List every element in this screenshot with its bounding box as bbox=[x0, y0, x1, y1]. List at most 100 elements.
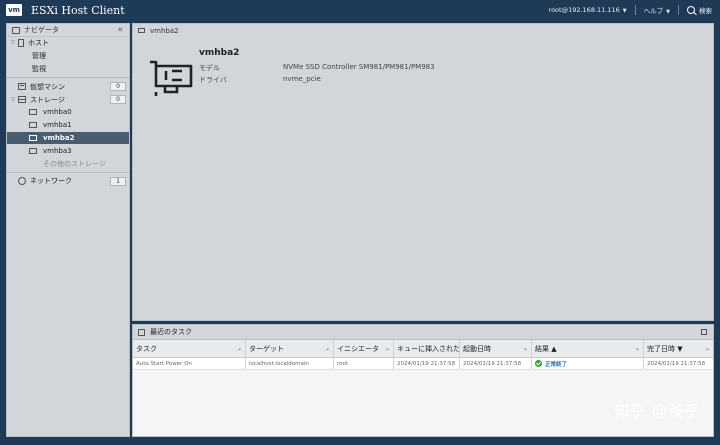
sidebar-item-manage[interactable]: 管理 bbox=[7, 50, 129, 63]
chevron-down-icon: ▼ bbox=[622, 8, 627, 14]
device-title: vmhba2 bbox=[199, 48, 240, 58]
navigator-panel: ナビゲータ « ▽ ホスト 管理 監視 仮想マシン 0 ▽ ストレージ 0 vm… bbox=[6, 23, 130, 437]
hba-icon bbox=[29, 134, 37, 141]
help-menu[interactable]: ヘルプ ▼ bbox=[644, 5, 670, 15]
hba-icon bbox=[29, 122, 37, 129]
table-row[interactable]: Auto Start Power On localhost.localdomai… bbox=[133, 358, 713, 370]
count-badge: 0 bbox=[110, 95, 126, 105]
vmware-logo: vm bbox=[6, 4, 22, 16]
sidebar-item-vmhba2[interactable]: vmhba2 bbox=[7, 131, 129, 145]
column-label: イニシエータ bbox=[337, 344, 379, 353]
sidebar-item-label: vmhba3 bbox=[43, 146, 72, 155]
sidebar-item-vmhba1[interactable]: vmhba1 bbox=[7, 119, 129, 132]
divider bbox=[7, 77, 129, 79]
table-header: タスク ⌄ ターゲット ⌄ イニシエータ ⌄ キューに挿入された日 起動日時 ⌄ 結果 … bbox=[133, 340, 713, 358]
column-label: 結果 ▲ bbox=[535, 344, 557, 353]
expand-icon[interactable]: ▽ bbox=[11, 40, 18, 46]
divider bbox=[634, 5, 636, 15]
sidebar-item-label: vmhba0 bbox=[43, 108, 72, 117]
driver-value: nvme_pcie bbox=[283, 75, 321, 83]
sidebar-item-vms[interactable]: 仮想マシン 0 bbox=[7, 80, 129, 93]
sidebar-item-label: 監視 bbox=[32, 64, 46, 73]
network-icon bbox=[18, 177, 26, 186]
column-header-queued[interactable]: キューに挿入された日 bbox=[394, 340, 460, 357]
result-label: 正常終了 bbox=[545, 361, 568, 368]
search-label: 検索 bbox=[699, 7, 712, 15]
column-header-initiator[interactable]: イニシエータ ⌄ bbox=[334, 340, 394, 357]
user-menu[interactable]: root@192.168.11.116 ▼ bbox=[549, 6, 627, 14]
column-label: ターゲット bbox=[249, 344, 284, 353]
driver-label: ドライバ bbox=[199, 76, 227, 84]
navigator-icon bbox=[12, 26, 20, 34]
chevron-down-icon[interactable]: ⌄ bbox=[635, 345, 640, 352]
column-header-task[interactable]: タスク ⌄ bbox=[133, 340, 246, 357]
sidebar-item-label: vmhba2 bbox=[43, 133, 75, 142]
breadcrumb-label: vmhba2 bbox=[150, 26, 179, 35]
breadcrumb: vmhba2 bbox=[133, 24, 713, 37]
hba-icon bbox=[29, 147, 37, 154]
cell-completed: 2024/01/19 21:37:58 bbox=[647, 360, 706, 367]
sidebar-item-other-storage[interactable]: その他のストレージ bbox=[7, 157, 129, 170]
storage-icon bbox=[18, 96, 26, 104]
cell-task: Auto Start Power On bbox=[133, 358, 246, 369]
count-badge: 1 bbox=[110, 176, 126, 186]
chevron-down-icon[interactable]: ⌄ bbox=[237, 345, 242, 352]
sidebar-item-network[interactable]: ネットワーク 1 bbox=[7, 175, 129, 188]
sidebar-item-label: vmhba1 bbox=[43, 121, 72, 130]
restore-icon[interactable] bbox=[701, 329, 707, 335]
sidebar-item-label: ストレージ bbox=[30, 95, 65, 104]
sidebar-item-label: その他のストレージ bbox=[43, 159, 106, 168]
sidebar-item-monitor[interactable]: 監視 bbox=[7, 63, 129, 76]
cell-target: localhost.localdomain bbox=[246, 358, 334, 369]
divider bbox=[678, 5, 679, 15]
tasks-icon bbox=[138, 328, 145, 336]
sidebar-item-label: ネットワーク bbox=[30, 177, 72, 186]
cell-started: 2024/01/19 21:37:58 bbox=[460, 358, 532, 369]
search-button[interactable]: 検索 bbox=[687, 5, 712, 15]
sidebar-item-label: ホスト bbox=[28, 39, 49, 48]
search-icon bbox=[687, 6, 695, 14]
chevron-down-icon[interactable]: ⌄ bbox=[385, 345, 390, 352]
sidebar-item-host[interactable]: ▽ ホスト bbox=[7, 37, 129, 50]
help-label: ヘルプ bbox=[643, 7, 664, 15]
hba-icon bbox=[138, 28, 145, 33]
chevron-down-icon: ▼ bbox=[666, 9, 670, 15]
sidebar-item-vmhba3[interactable]: vmhba3 bbox=[7, 144, 129, 157]
sidebar-item-vmhba0[interactable]: vmhba0 bbox=[7, 106, 129, 119]
sidebar-item-storage[interactable]: ▽ ストレージ 0 bbox=[7, 93, 129, 106]
storage-adapter-icon bbox=[150, 60, 193, 96]
top-bar: vm ESXi Host Client root@192.168.11.116 ▼… bbox=[0, 0, 720, 20]
column-label: 起動日時 bbox=[463, 344, 491, 353]
expand-icon[interactable]: ▽ bbox=[11, 97, 18, 103]
success-icon bbox=[535, 360, 542, 367]
column-header-target[interactable]: ターゲット ⌄ bbox=[246, 340, 334, 357]
model-value: NVMe SSD Controller SM981/PM981/PM983 bbox=[283, 63, 435, 71]
hba-icon bbox=[29, 109, 37, 116]
recent-tasks-title: 最近のタスク bbox=[150, 328, 192, 336]
navigator-header: ナビゲータ « bbox=[7, 24, 129, 37]
column-label: タスク bbox=[136, 344, 157, 353]
sidebar-item-label: 仮想マシン bbox=[30, 82, 65, 91]
user-label: root@192.168.11.116 bbox=[548, 6, 620, 14]
column-label: キューに挿入された日 bbox=[397, 344, 460, 353]
top-right-menu: root@192.168.11.116 ▼ ヘルプ ▼ 検索 bbox=[549, 0, 712, 20]
cell-result: 正常終了 bbox=[532, 358, 644, 369]
sidebar-item-label: 管理 bbox=[32, 52, 46, 61]
divider bbox=[7, 171, 129, 173]
app-title: ESXi Host Client bbox=[31, 3, 125, 17]
vm-icon bbox=[18, 83, 26, 91]
chevron-down-icon[interactable]: ⌄ bbox=[523, 345, 528, 352]
collapse-icon[interactable]: « bbox=[117, 25, 123, 35]
navigator-title: ナビゲータ bbox=[24, 26, 59, 34]
cell-initiator: root bbox=[334, 358, 394, 369]
column-header-completed[interactable]: 完了日時 ▼ ⌄ bbox=[644, 340, 713, 357]
chevron-down-icon[interactable]: ⌄ bbox=[705, 345, 710, 352]
cell-queued: 2024/01/19 21:37:58 bbox=[394, 358, 460, 369]
chevron-down-icon[interactable]: ⌄ bbox=[325, 345, 330, 352]
model-label: モデル bbox=[199, 64, 220, 72]
recent-tasks-header: 最近のタスク bbox=[133, 325, 713, 340]
column-header-result[interactable]: 結果 ▲ ⌄ bbox=[532, 340, 644, 357]
count-badge: 0 bbox=[110, 82, 126, 92]
column-header-started[interactable]: 起動日時 ⌄ bbox=[460, 340, 532, 357]
host-icon bbox=[18, 39, 24, 48]
